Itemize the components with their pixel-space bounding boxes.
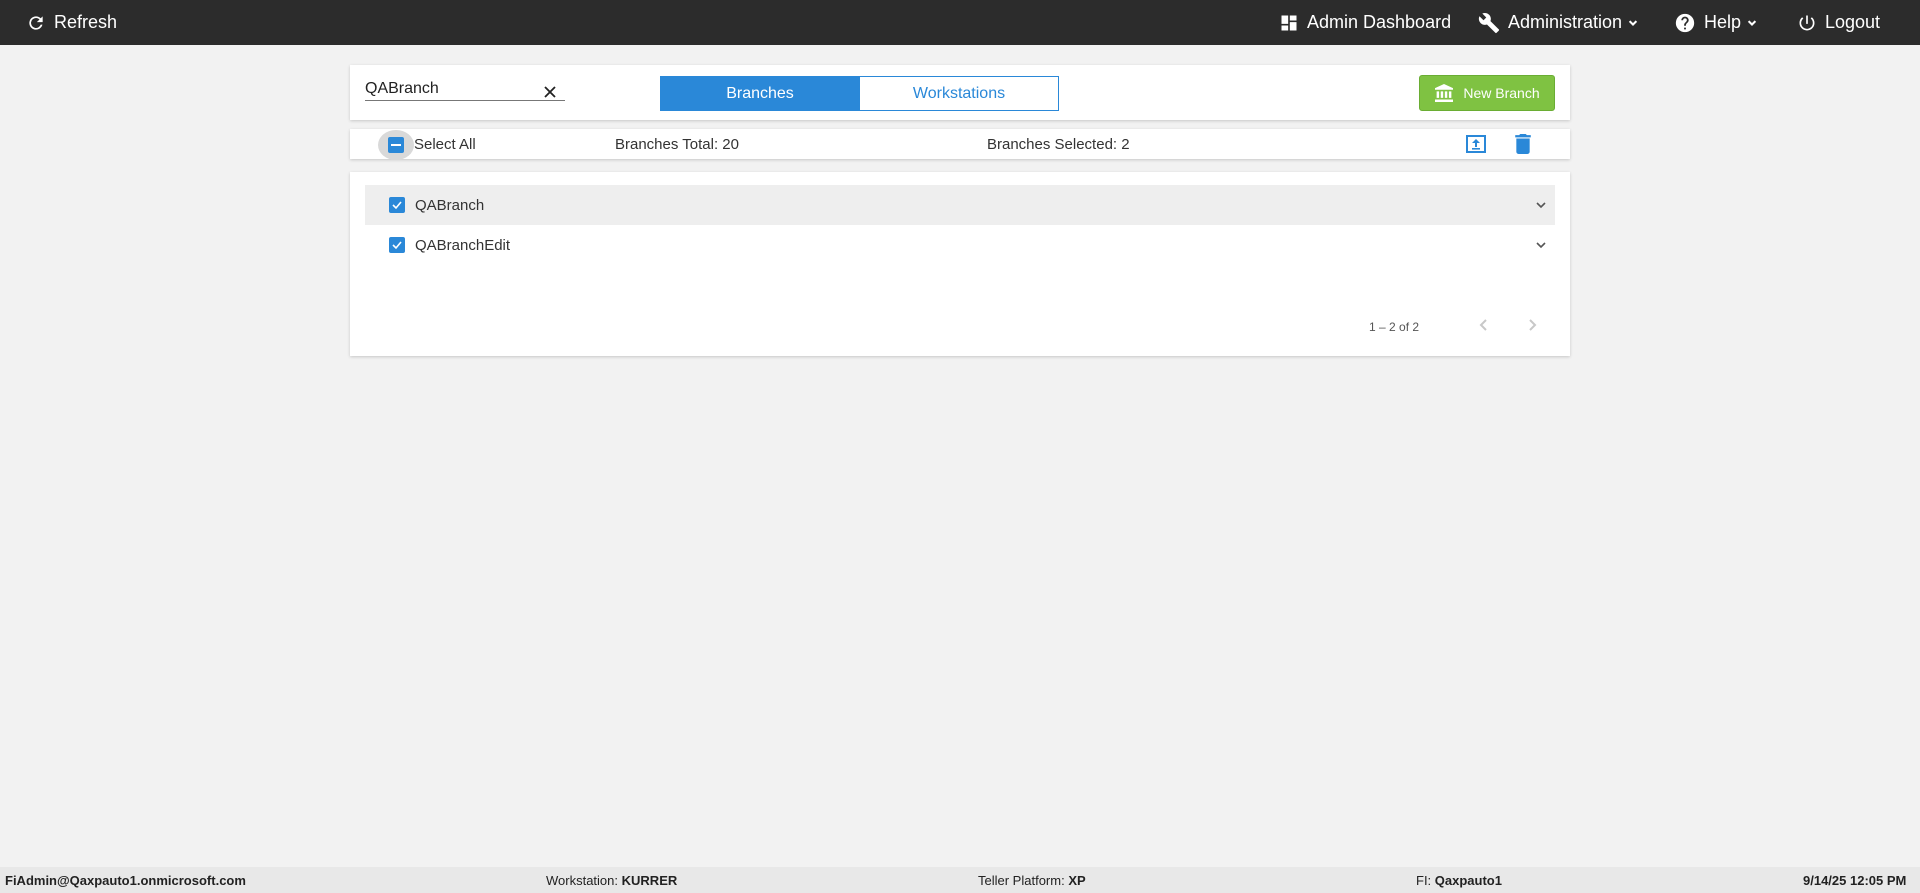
check-icon xyxy=(392,201,402,210)
help-menu[interactable]: Help xyxy=(1674,0,1759,45)
administration-label: Administration xyxy=(1508,12,1623,32)
top-navigation-bar: Refresh Admin Dashboard Administration H… xyxy=(0,0,1920,45)
footer-teller-platform: Teller Platform: XP xyxy=(978,873,1086,888)
row-checkbox[interactable] xyxy=(389,237,405,253)
chevron-down-icon xyxy=(1745,16,1759,30)
new-branch-label: New Branch xyxy=(1463,85,1540,101)
branches-selected: Branches Selected: 2 xyxy=(987,136,1130,153)
help-label: Help xyxy=(1704,12,1742,32)
trash-icon[interactable] xyxy=(1512,133,1534,155)
branch-name: QABranch xyxy=(415,196,485,214)
admin-dashboard-link[interactable]: Admin Dashboard xyxy=(1279,0,1451,45)
refresh-icon xyxy=(26,13,46,33)
pagination-range: 1 – 2 of 2 xyxy=(1369,320,1420,334)
footer-user: FiAdmin@Qaxpauto1.onmicrosoft.com xyxy=(5,873,246,888)
bank-icon xyxy=(1435,84,1454,102)
selection-summary-bar: Select All Branches Total: 20 Branches S… xyxy=(350,129,1570,160)
indeterminate-checkbox-icon xyxy=(388,137,404,153)
refresh-button[interactable]: Refresh xyxy=(26,0,117,45)
footer-workstation: Workstation: KURRER xyxy=(546,873,678,888)
export-icon[interactable] xyxy=(1465,133,1487,155)
chevron-right-icon[interactable] xyxy=(1522,315,1542,335)
close-icon[interactable] xyxy=(542,84,558,100)
list-item[interactable]: QABranch xyxy=(365,185,1555,225)
admin-dashboard-label: Admin Dashboard xyxy=(1307,12,1452,32)
tab-workstations[interactable]: Workstations xyxy=(859,76,1059,111)
dashboard-icon xyxy=(1279,13,1299,33)
tab-branches[interactable]: Branches xyxy=(660,76,860,111)
chevron-down-icon[interactable] xyxy=(1533,197,1549,213)
chevron-down-icon xyxy=(1626,16,1640,30)
search-input[interactable] xyxy=(365,79,565,101)
footer-datetime: 9/14/25 12:05 PM xyxy=(1803,873,1907,888)
administration-menu[interactable]: Administration xyxy=(1478,0,1640,45)
branch-name: QABranchEdit xyxy=(415,236,511,254)
select-all-checkbox[interactable] xyxy=(378,130,414,160)
chevron-left-icon[interactable] xyxy=(1474,315,1494,335)
power-icon xyxy=(1797,13,1817,33)
check-icon xyxy=(392,241,402,250)
logout-label: Logout xyxy=(1825,12,1881,32)
logout-button[interactable]: Logout xyxy=(1797,0,1880,45)
new-branch-button[interactable]: New Branch xyxy=(1419,75,1555,111)
status-footer: FiAdmin@Qaxpauto1.onmicrosoft.com Workst… xyxy=(0,867,1920,893)
search-toolbar-card: Branches Workstations New Branch xyxy=(350,65,1570,120)
refresh-label: Refresh xyxy=(54,12,118,32)
branches-total: Branches Total: 20 xyxy=(615,136,739,153)
wrench-icon xyxy=(1478,12,1500,34)
row-checkbox[interactable] xyxy=(389,197,405,213)
select-all-label[interactable]: Select All xyxy=(414,136,476,153)
branch-list-card: QABranch QABranchEdit 1 – 2 of 2 xyxy=(350,172,1570,356)
list-item[interactable]: QABranchEdit xyxy=(365,225,1555,265)
chevron-down-icon[interactable] xyxy=(1533,237,1549,253)
help-icon xyxy=(1674,12,1696,34)
footer-fi: FI: Qaxpauto1 xyxy=(1416,873,1502,888)
